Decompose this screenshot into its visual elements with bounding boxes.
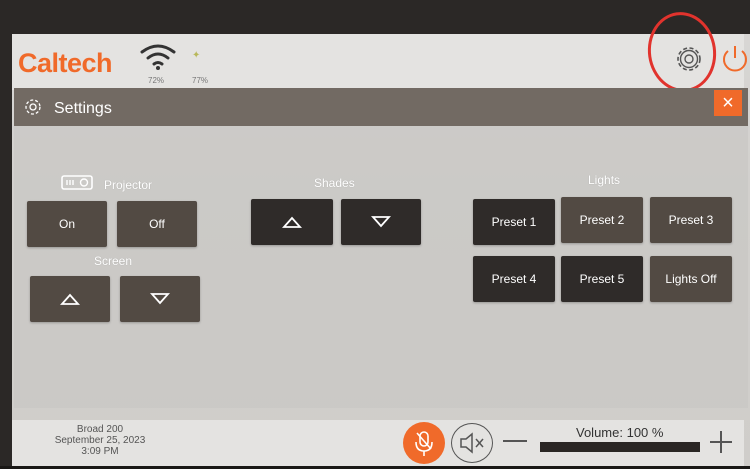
projector-icon xyxy=(61,175,93,190)
arrow-up-icon xyxy=(282,216,302,228)
battery-charging-icon: ✦ xyxy=(192,50,201,61)
volume-label: Volume: 100 % xyxy=(576,425,664,440)
volume-up-button-vertical[interactable] xyxy=(720,431,722,453)
device-bezel-left xyxy=(0,0,12,466)
projector-label: Projector xyxy=(104,178,153,192)
settings-title: Settings xyxy=(54,100,112,117)
device-bezel-top xyxy=(0,0,750,34)
wifi-icon xyxy=(140,44,176,70)
lights-preset-4-button[interactable]: Preset 4 xyxy=(473,256,555,302)
close-button[interactable]: × xyxy=(714,90,742,116)
screen-label: Screen xyxy=(94,254,133,268)
microphone-muted-icon xyxy=(415,431,433,456)
date-text: September 25, 2023 xyxy=(54,435,146,446)
speaker-mute-button[interactable] xyxy=(451,423,493,463)
shades-label: Shades xyxy=(314,176,355,190)
settings-header xyxy=(14,88,748,126)
lights-label: Lights xyxy=(588,173,621,187)
projector-off-button[interactable]: Off xyxy=(117,201,197,247)
arrow-up-icon xyxy=(60,293,80,305)
volume-down-button[interactable] xyxy=(503,440,527,442)
lights-off-button[interactable]: Lights Off xyxy=(650,256,732,302)
settings-header-gear-icon xyxy=(25,99,41,115)
shades-up-button[interactable] xyxy=(251,199,333,245)
lights-preset-3-button[interactable]: Preset 3 xyxy=(650,197,732,243)
volume-slider[interactable] xyxy=(540,442,700,452)
speaker-mute-icon xyxy=(460,432,484,454)
screen-up-button[interactable] xyxy=(30,276,110,322)
top-bar xyxy=(12,34,744,90)
time-text: 3:09 PM xyxy=(81,446,119,457)
lights-preset-2-button[interactable]: Preset 2 xyxy=(561,197,643,243)
screen-down-button[interactable] xyxy=(120,276,200,322)
brand-logo: Caltech xyxy=(18,48,113,78)
settings-panel xyxy=(14,88,748,408)
lights-preset-1-button[interactable]: Preset 1 xyxy=(473,199,555,245)
room-info: Broad 200 September 25, 2023 3:09 PM xyxy=(40,424,160,457)
room-name: Broad 200 xyxy=(76,424,124,435)
arrow-down-icon xyxy=(371,216,391,228)
wifi-percent: 72% xyxy=(148,76,165,85)
projector-on-button[interactable]: On xyxy=(27,201,107,247)
microphone-mute-button[interactable] xyxy=(403,422,445,464)
lights-preset-5-button[interactable]: Preset 5 xyxy=(561,256,643,302)
shades-down-button[interactable] xyxy=(341,199,421,245)
volume-fill xyxy=(540,442,700,452)
battery-percent: 77% xyxy=(192,76,209,85)
arrow-down-icon xyxy=(150,293,170,305)
power-icon[interactable] xyxy=(718,42,750,76)
